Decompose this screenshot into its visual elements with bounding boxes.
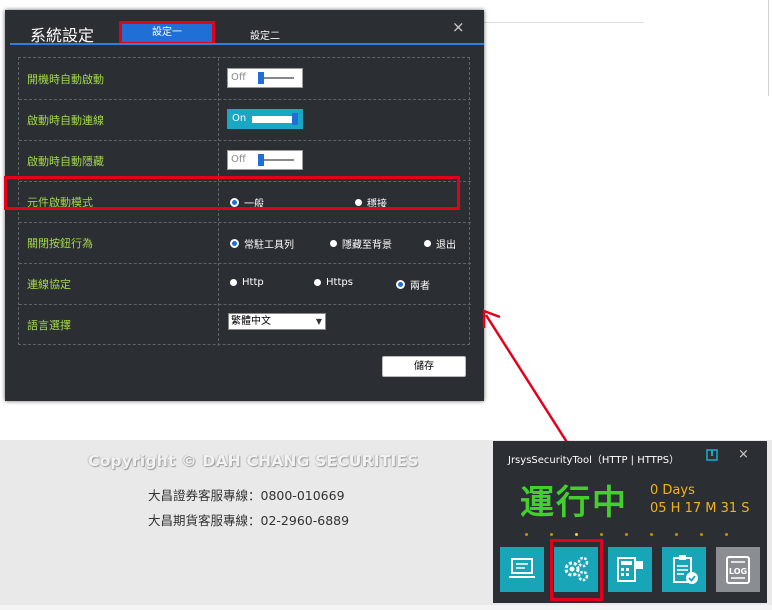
dialog-close-icon[interactable]: × <box>452 18 465 36</box>
row-label-autohide: 啟動時自動隱藏 <box>27 155 104 168</box>
grid-row-divider <box>19 304 471 305</box>
page-dot <box>700 533 703 536</box>
monitor-button[interactable] <box>500 547 544 592</box>
language-select[interactable]: 繁體中文 ▼ <box>228 313 326 330</box>
highlight-launch-mode <box>4 176 460 210</box>
securities-hotline: 大昌證券客服專線：0800-010669 <box>148 488 345 503</box>
calculator-icon <box>617 557 643 582</box>
radio-unselected-icon <box>330 240 337 247</box>
header-divider <box>484 22 644 23</box>
page-dot-active <box>575 533 578 536</box>
radio-selected-icon <box>230 239 239 248</box>
radio-label: 隱藏至背景 <box>342 240 392 251</box>
row-label-autoconnect: 啟動時自動連線 <box>27 114 104 127</box>
radio-close-exit[interactable]: 退出 <box>424 236 456 251</box>
tab-settings-one[interactable]: 設定一 <box>119 21 215 45</box>
annotation-arrow <box>482 309 572 448</box>
toggle-rail <box>252 116 296 123</box>
log-icon: LOG <box>726 556 750 584</box>
row-label-protocol: 連線協定 <box>27 278 71 291</box>
page-dot <box>600 533 603 536</box>
page-dot <box>525 533 528 536</box>
tab-settings-two[interactable]: 設定二 <box>250 27 280 42</box>
radio-label: 兩者 <box>410 281 430 292</box>
radio-label: 退出 <box>436 240 456 251</box>
radio-protocol-both[interactable]: 兩者 <box>396 277 430 292</box>
uptime-clock: 05 H 17 M 31 S <box>650 501 750 516</box>
log-button[interactable]: LOG <box>716 547 760 592</box>
page-dot <box>650 533 653 536</box>
radio-selected-icon <box>396 280 405 289</box>
log-label: LOG <box>729 567 747 576</box>
grid-row-divider <box>19 222 471 223</box>
grid-row-divider <box>19 99 471 100</box>
radio-label: Https <box>326 277 353 288</box>
page-bottom-strip <box>0 605 772 610</box>
calculator-button[interactable] <box>608 547 652 592</box>
toggle-state: On <box>232 113 247 124</box>
autoconnect-toggle[interactable]: On <box>227 109 303 129</box>
radio-close-hide[interactable]: 隱藏至背景 <box>330 236 392 251</box>
radio-protocol-http[interactable]: Http <box>230 277 264 288</box>
toggle-knob <box>292 113 298 125</box>
futures-hotline: 大昌期貨客服專線：02-2960-6889 <box>148 513 350 528</box>
radio-unselected-icon <box>424 240 431 247</box>
autostart-toggle[interactable]: Off <box>227 68 303 88</box>
radio-label: Http <box>242 277 264 288</box>
page-dot <box>550 533 553 536</box>
radio-protocol-https[interactable]: Https <box>314 277 353 288</box>
toggle-state: Off <box>231 154 246 165</box>
page-dot <box>625 533 628 536</box>
row-label-close-behavior: 關閉按鈕行為 <box>27 237 93 250</box>
dropdown-arrow-icon: ▼ <box>315 317 322 326</box>
widget-title: JrsysSecurityTool（HTTP | HTTPS） <box>508 455 680 466</box>
copyright-text: Copyright © DAH CHANG SECURITIES <box>88 452 419 470</box>
highlight-settings-button <box>550 539 603 601</box>
clipboard-check-icon <box>673 555 698 584</box>
pin-icon[interactable] <box>706 449 718 461</box>
row-label-language: 語言選擇 <box>27 319 71 332</box>
radio-unselected-icon <box>230 279 237 286</box>
row-label-autostart: 開機時自動啟動 <box>27 73 104 86</box>
page-dot <box>675 533 678 536</box>
grid-row-divider <box>19 140 471 141</box>
language-value: 繁體中文 <box>231 316 271 327</box>
page-edge-line <box>768 0 769 96</box>
widget-close-icon[interactable]: × <box>738 447 749 462</box>
clipboard-button[interactable] <box>662 547 706 592</box>
monitor-icon <box>509 558 535 578</box>
radio-label: 常駐工具列 <box>244 240 294 251</box>
toggle-state: Off <box>231 72 246 83</box>
autohide-toggle[interactable]: Off <box>227 150 303 170</box>
toggle-track <box>264 77 294 79</box>
save-button[interactable]: 儲存 <box>382 356 466 377</box>
arrow-shaft <box>484 314 572 448</box>
toggle-track <box>264 159 294 161</box>
tab-underline <box>10 43 484 45</box>
running-status: 運行中 <box>520 483 628 523</box>
radio-close-tray[interactable]: 常駐工具列 <box>230 236 294 251</box>
page-dot <box>725 533 728 536</box>
security-tool-widget: JrsysSecurityTool（HTTP | HTTPS） × 運行中 0 … <box>493 441 767 603</box>
radio-unselected-icon <box>314 279 321 286</box>
grid-row-divider <box>19 263 471 264</box>
uptime-days: 0 Days <box>650 483 695 498</box>
